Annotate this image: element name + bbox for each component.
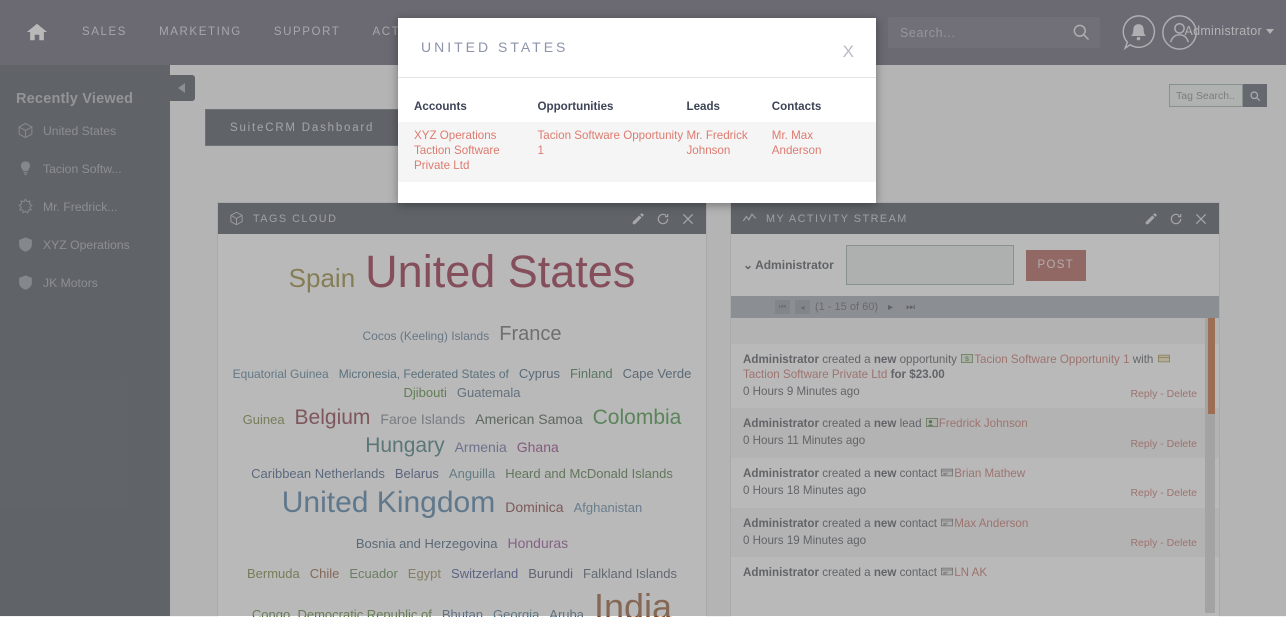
tag-detail-modal: United States X Accounts Opportunities L…	[398, 18, 876, 203]
cell-opportunities: Tacion Software Opportunity 1	[538, 129, 687, 173]
column-header-contacts: Contacts	[771, 100, 822, 113]
column-header-accounts: Accounts	[414, 100, 467, 113]
app-root: Sales Marketing Support Activities Colla…	[0, 0, 1286, 617]
modal-body: Accounts Opportunities Leads Contacts XY…	[398, 78, 876, 183]
account-link[interactable]: Taction Software Private Ltd	[414, 144, 538, 174]
modal-table-header: Accounts Opportunities Leads Contacts	[398, 100, 876, 122]
table-row: XYZ Operations Taction Software Private …	[398, 122, 876, 183]
contact-link[interactable]: Mr. Max Anderson	[772, 129, 860, 159]
opportunity-link[interactable]: Tacion Software Opportunity 1	[538, 129, 687, 159]
modal-title: United States	[421, 39, 569, 55]
column-header-opportunities: Opportunities	[537, 100, 614, 113]
close-icon[interactable]: X	[843, 42, 854, 62]
cell-accounts: XYZ Operations Taction Software Private …	[414, 129, 538, 173]
account-link[interactable]: XYZ Operations	[414, 129, 538, 144]
cell-contacts: Mr. Max Anderson	[772, 129, 860, 173]
column-header-leads: Leads	[686, 100, 721, 113]
modal-header: United States X	[398, 18, 876, 78]
cell-leads: Mr. Fredrick Johnson	[687, 129, 772, 173]
lead-link[interactable]: Mr. Fredrick Johnson	[687, 129, 772, 159]
